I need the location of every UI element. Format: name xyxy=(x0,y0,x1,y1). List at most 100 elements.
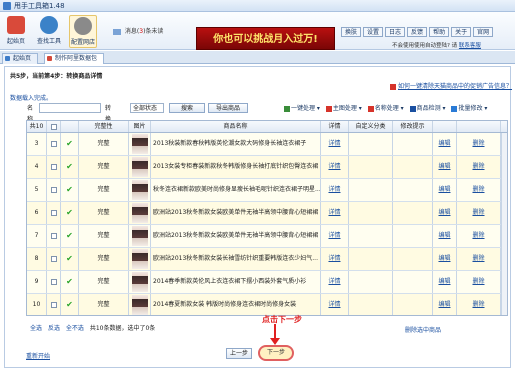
contact-support-link[interactable]: 联系客服 xyxy=(459,43,481,49)
checkmark-icon: ✔ xyxy=(66,231,73,240)
row-detail-link[interactable]: 详情 xyxy=(321,271,349,293)
row-checkbox[interactable] xyxy=(50,301,57,308)
row-detail-link[interactable]: 详情 xyxy=(321,133,349,155)
row-edit-link[interactable]: 编辑 xyxy=(433,225,457,247)
row-edit-link[interactable]: 编辑 xyxy=(433,294,457,315)
select-none-link[interactable]: 全不选 xyxy=(66,325,84,332)
row-checkbox[interactable] xyxy=(50,163,57,170)
row-edit-link[interactable]: 编辑 xyxy=(433,248,457,270)
row-edit-link[interactable]: 编辑 xyxy=(433,179,457,201)
home-icon xyxy=(7,16,25,34)
select-all-checkbox[interactable] xyxy=(50,123,57,130)
row-checkbox-cell[interactable] xyxy=(47,225,61,247)
message-indicator[interactable]: 消息(3)条未读 xyxy=(113,26,163,35)
row-checkbox[interactable] xyxy=(50,140,57,147)
row-edit-link[interactable]: 编辑 xyxy=(433,271,457,293)
row-checkbox[interactable] xyxy=(50,232,57,239)
row-tick-cell: ✔ xyxy=(61,179,79,201)
ad-help-link[interactable]: 如何一键清除天猫商品中的促销广告信息？ xyxy=(390,81,512,90)
table-row[interactable]: 3 ✔ 完整 2013秋装新款春秋韩版英伦潮女款大码修身长袖连衣裙子 详情 编辑 删除 xyxy=(27,133,507,156)
invert-selection-link[interactable]: 反选 xyxy=(48,325,60,332)
row-checkbox-cell[interactable] xyxy=(47,294,61,315)
promo-banner[interactable]: 你也可以挑战月入过万! xyxy=(196,27,335,50)
tab-ali-label: 制作阿里数据包 xyxy=(55,55,98,62)
row-detail-link[interactable]: 详情 xyxy=(321,294,349,315)
delete-selected-link[interactable]: 删除选中商品 xyxy=(405,325,441,334)
home-button-label: 起始页 xyxy=(6,38,25,45)
website-button[interactable]: 官网 xyxy=(473,27,494,37)
product-check[interactable]: 商品检测 ▾ xyxy=(409,103,446,114)
row-category xyxy=(349,294,393,315)
row-detail-link[interactable]: 详情 xyxy=(321,248,349,270)
export-button[interactable]: 导出商品 xyxy=(208,103,248,113)
find-tools-button[interactable]: 查找工具 xyxy=(35,15,63,48)
help-button[interactable]: 帮助 xyxy=(429,27,450,37)
table-row[interactable]: 10 ✔ 完整 2014春夏新款女装 韩版时尚修身连衣裙时尚修身女装 详情 编辑 删除 xyxy=(27,294,507,315)
table-row[interactable]: 6 ✔ 完整 欧洲站2013秋冬新款女装欧美单件无袖半高领中腰背心短裙裙 详情 编辑 删除 xyxy=(27,202,507,225)
row-edit-link[interactable]: 编辑 xyxy=(433,202,457,224)
row-status: 完整 xyxy=(79,202,129,224)
table-row[interactable]: 7 ✔ 完整 欧洲站2013秋冬新款女装欧美单件无袖半高领中腰背心短裙裙 详情 编辑 删除 xyxy=(27,225,507,248)
row-delete-link[interactable]: 删除 xyxy=(457,271,501,293)
row-detail-link[interactable]: 详情 xyxy=(321,156,349,178)
row-checkbox[interactable] xyxy=(50,209,57,216)
row-checkbox[interactable] xyxy=(50,186,57,193)
row-delete-link[interactable]: 删除 xyxy=(457,225,501,247)
row-detail-link[interactable]: 详情 xyxy=(321,179,349,201)
skin-button[interactable]: 换肤 xyxy=(341,27,362,37)
main-image-process[interactable]: 主图处理 ▾ xyxy=(325,103,362,114)
one-click-process[interactable]: 一键处理 ▾ xyxy=(284,103,320,114)
row-delete-link[interactable]: 删除 xyxy=(457,294,501,315)
window-title: 甩手工具箱1.48 xyxy=(14,2,65,10)
load-status: 数据载入完成。 xyxy=(10,95,53,102)
settings-button[interactable]: 设置 xyxy=(363,27,384,37)
close-icon[interactable] xyxy=(47,56,52,61)
vertical-scrollbar[interactable] xyxy=(501,133,507,315)
row-tick-cell: ✔ xyxy=(61,294,79,315)
next-step-button[interactable]: 下一步 xyxy=(258,345,294,361)
restart-link[interactable]: 重新开始 xyxy=(26,351,50,360)
row-checkbox-cell[interactable] xyxy=(47,202,61,224)
tab-ali-package[interactable]: 制作阿里数据包 xyxy=(44,53,105,64)
name-process[interactable]: 名称处理 ▾ xyxy=(367,103,404,114)
about-button[interactable]: 关于 xyxy=(451,27,472,37)
name-search-input[interactable] xyxy=(39,103,101,113)
tab-start-page[interactable]: 起始页 xyxy=(2,53,39,64)
row-edit-link[interactable]: 编辑 xyxy=(433,133,457,155)
row-checkbox[interactable] xyxy=(50,278,57,285)
log-button[interactable]: 日志 xyxy=(385,27,406,37)
header-total: 共10 xyxy=(27,121,47,132)
table-row[interactable]: 9 ✔ 完整 2014春季新款英伦风上衣连衣裙下摆小西装外套气质小衫 详情 编辑 删除 xyxy=(27,271,507,294)
row-checkbox-cell[interactable] xyxy=(47,271,61,293)
feedback-button[interactable]: 反馈 xyxy=(407,27,428,37)
row-checkbox-cell[interactable] xyxy=(47,156,61,178)
find-tools-label: 查找工具 xyxy=(36,38,61,45)
row-delete-link[interactable]: 删除 xyxy=(457,248,501,270)
row-checkbox-cell[interactable] xyxy=(47,248,61,270)
row-delete-link[interactable]: 删除 xyxy=(457,133,501,155)
config-shop-button[interactable]: 配置网店 xyxy=(69,15,97,48)
home-button[interactable]: 起始页 xyxy=(2,15,30,48)
row-detail-link[interactable]: 详情 xyxy=(321,202,349,224)
row-checkbox-cell[interactable] xyxy=(47,133,61,155)
row-delete-link[interactable]: 删除 xyxy=(457,202,501,224)
batch-edit[interactable]: 批量修改 ▾ xyxy=(451,103,487,114)
prev-step-button[interactable]: 上一步 xyxy=(226,348,252,359)
row-detail-link[interactable]: 详情 xyxy=(321,225,349,247)
search-button[interactable]: 搜索 xyxy=(169,103,205,113)
row-product-name: 2014春季新款英伦风上衣连衣裙下摆小西装外套气质小衫 xyxy=(151,271,321,293)
row-delete-link[interactable]: 删除 xyxy=(457,179,501,201)
select-all-link[interactable]: 全选 xyxy=(30,325,42,332)
row-edit-link[interactable]: 编辑 xyxy=(433,156,457,178)
row-product-name: 欧洲站2013秋冬新款女装欧美单件无袖半高领中腰背心短裙裙 xyxy=(151,202,321,224)
table-row[interactable]: 8 ✔ 完整 欧洲站2013秋冬新款女装长袖雪纺针织重要韩版连衣少妇气... 详情 编辑删… xyxy=(27,248,507,271)
table-row[interactable]: 5 ✔ 完整 秋冬连衣裙新款欧美时尚修身显瘦长袖毛呢针织连衣裙子明星... 详情 编辑 删除 xyxy=(27,179,507,202)
row-checkbox-cell[interactable] xyxy=(47,179,61,201)
row-hint xyxy=(393,179,433,201)
header-checkbox[interactable] xyxy=(47,121,61,132)
table-row[interactable]: 4 ✔ 完整 2013女装专柜春装新款秋冬韩版修身长袖打底针织包臀连衣裙 详情 编辑 删除 xyxy=(27,156,507,179)
status-select[interactable]: 全部状态 xyxy=(130,103,164,113)
row-delete-link[interactable]: 删除 xyxy=(457,156,501,178)
row-image-cell xyxy=(129,225,151,247)
row-checkbox[interactable] xyxy=(50,255,57,262)
